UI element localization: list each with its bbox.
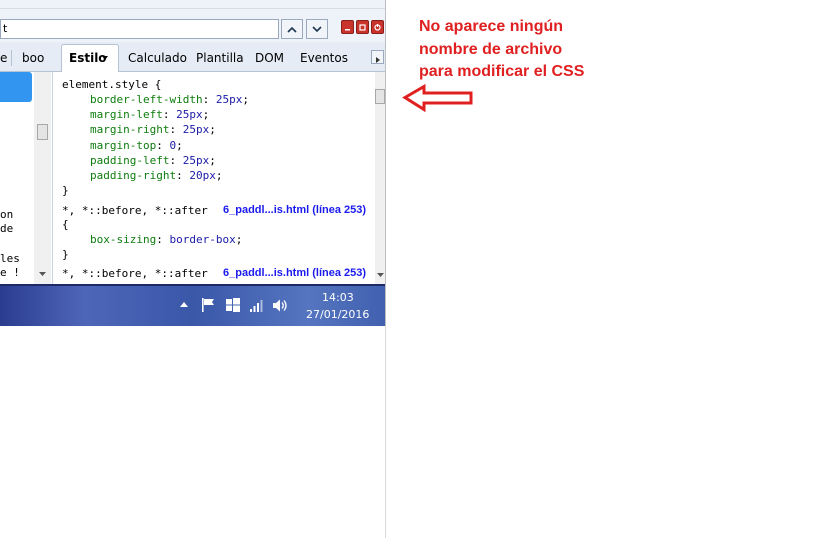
css-property-value[interactable]: 25px <box>183 123 210 136</box>
tab-plantilla[interactable]: Plantilla <box>196 51 244 65</box>
rule-close-brace: } <box>62 248 69 261</box>
annotation-line: para modificar el CSS <box>419 63 585 80</box>
action-center-flag-icon[interactable] <box>200 297 216 313</box>
toolbar-divider <box>0 8 385 9</box>
tabs-overflow-button[interactable] <box>371 50 384 64</box>
css-property-name: border-left-width <box>90 93 203 106</box>
clock-date[interactable]: 27/01/2016 <box>306 308 369 321</box>
windows-logo-icon[interactable] <box>225 297 241 313</box>
scrollbar-thumb[interactable] <box>37 124 48 140</box>
rule-close-brace: } <box>62 184 69 197</box>
clock-time[interactable]: 14:03 <box>322 291 354 304</box>
chevron-down-icon <box>312 25 322 32</box>
chevron-up-icon <box>287 26 297 33</box>
page-edge <box>385 326 386 538</box>
tab-eventos[interactable]: Eventos <box>300 51 348 65</box>
close-button[interactable] <box>371 20 384 34</box>
stylesheet-source-link[interactable]: 6_paddl...is.html (línea 253) <box>223 204 366 216</box>
stylesheet-source-link[interactable]: 6_paddl...is.html (línea 253) <box>223 267 366 279</box>
rule-selector: element.style { <box>62 78 162 91</box>
screenshot-edge <box>385 0 386 326</box>
css-property-value[interactable]: 20px <box>189 169 216 182</box>
restore-icon <box>359 23 366 31</box>
taskbar-edge <box>0 284 385 286</box>
right-scrollbar[interactable] <box>375 72 385 284</box>
css-property-row[interactable]: box-sizing: border-box; <box>90 232 242 247</box>
tab-estilo[interactable]: Estilo <box>61 44 119 72</box>
html-text-line: les <box>0 252 20 265</box>
search-input[interactable]: t <box>0 19 279 39</box>
css-property-value[interactable]: 25px <box>216 93 243 106</box>
css-property-name: box-sizing <box>90 233 157 246</box>
restore-button[interactable] <box>356 20 369 34</box>
html-text-line: de <box>0 222 14 235</box>
html-text-line: on <box>0 208 14 221</box>
css-property-row[interactable]: margin-left: 25px; <box>90 107 209 122</box>
css-property-value[interactable]: 25px <box>176 108 203 121</box>
tab-divider <box>11 50 12 66</box>
css-property-name: padding-left <box>90 154 170 167</box>
css-property-row[interactable]: border-left-width: 25px; <box>90 92 249 107</box>
minimize-button[interactable] <box>341 20 354 34</box>
css-property-name: margin-right <box>90 123 170 136</box>
show-hidden-icons-icon[interactable] <box>180 302 188 307</box>
css-property-value[interactable]: border-box <box>169 233 235 246</box>
chevron-right-icon <box>376 57 380 63</box>
tab-truncated-2[interactable]: boo <box>22 51 44 65</box>
scroll-down-arrow-icon[interactable] <box>377 273 384 278</box>
annotation-text: No aparece ningún nombre de archivo para… <box>419 16 619 84</box>
css-property-value[interactable]: 0 <box>169 139 176 152</box>
selected-node-highlight[interactable] <box>0 72 32 102</box>
rule-selector: *, *::before, *::after <box>62 204 208 217</box>
close-icon <box>374 23 381 31</box>
scroll-down-arrow-icon[interactable] <box>39 272 46 277</box>
tab-dom[interactable]: DOM <box>255 51 284 65</box>
minimize-icon <box>345 28 350 30</box>
scrollbar-thumb[interactable] <box>375 89 385 104</box>
css-property-name: padding-right <box>90 169 177 182</box>
dropdown-arrow-icon <box>102 56 108 60</box>
tab-truncated-1[interactable]: e <box>0 51 7 65</box>
annotation-line: No aparece ningún <box>419 18 564 35</box>
css-property-name: margin-left <box>90 108 163 121</box>
tab-estilo-label: Estilo <box>69 51 107 65</box>
css-property-row[interactable]: padding-right: 20px; <box>90 168 222 183</box>
css-property-name: margin-top <box>90 139 157 152</box>
network-signal-icon[interactable] <box>249 298 265 313</box>
tab-calculado[interactable]: Calculado <box>128 51 187 65</box>
annotation-line: nombre de archivo <box>419 40 563 58</box>
left-scrollbar[interactable] <box>34 72 51 284</box>
next-match-button[interactable] <box>306 19 328 39</box>
rule-open-brace: { <box>62 218 69 231</box>
css-property-row[interactable]: padding-left: 25px; <box>90 153 216 168</box>
css-property-value[interactable]: 25px <box>183 154 210 167</box>
css-property-row[interactable]: margin-right: 25px; <box>90 122 216 137</box>
rule-selector: *, *::before, *::after <box>62 267 208 280</box>
css-property-row[interactable]: margin-top: 0; <box>90 138 183 153</box>
red-arrow-annotation <box>402 84 473 113</box>
html-text-line: e ! <box>0 266 20 279</box>
previous-match-button[interactable] <box>281 19 303 39</box>
volume-icon[interactable] <box>272 298 290 313</box>
